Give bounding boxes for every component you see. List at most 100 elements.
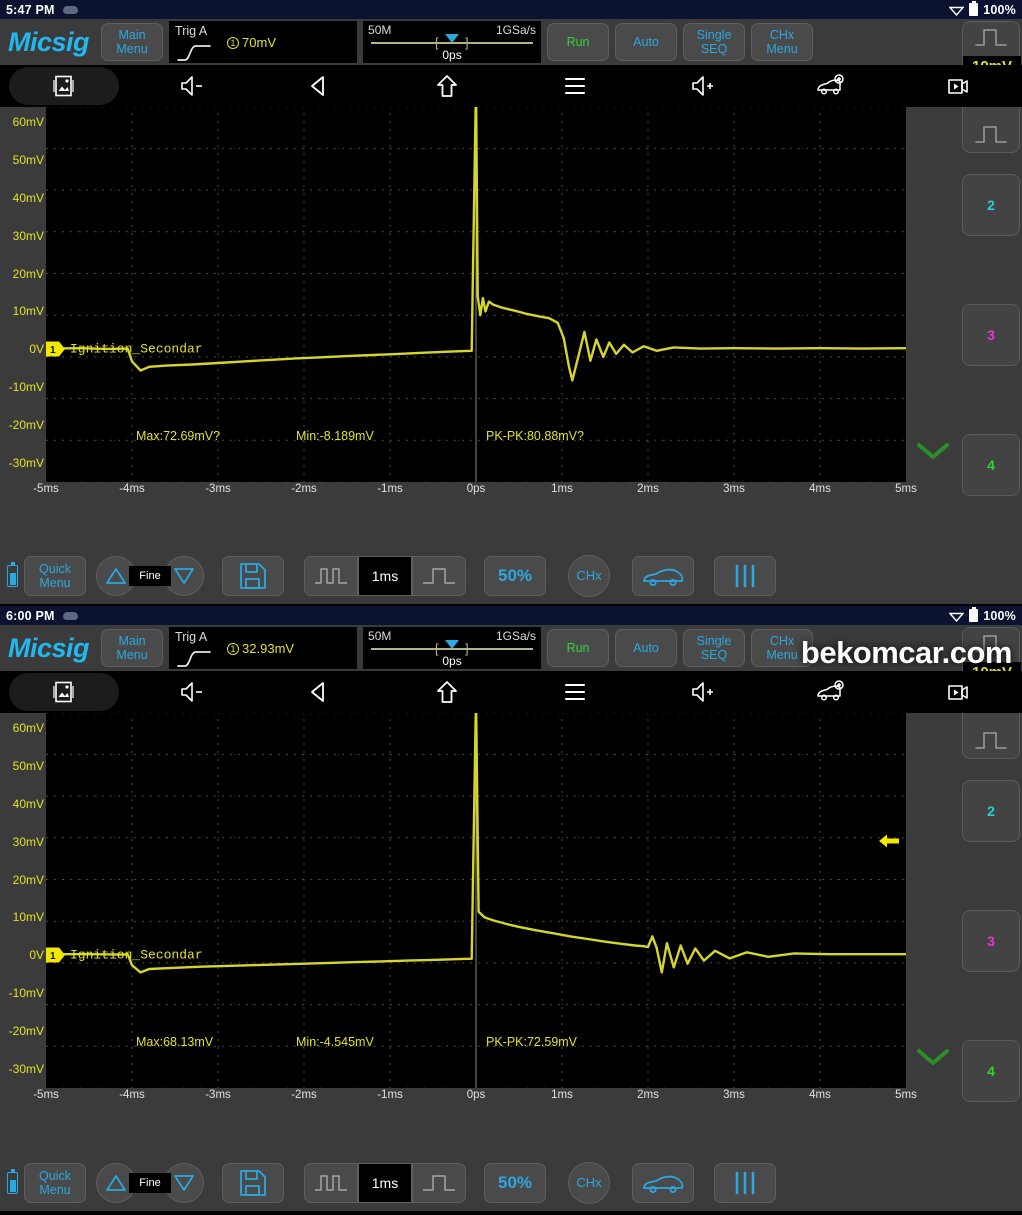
scroll-down-button[interactable]: [911, 1036, 955, 1076]
car-add-icon[interactable]: [816, 74, 845, 98]
car-icon[interactable]: [642, 1171, 684, 1195]
nav-back-button[interactable]: [290, 673, 348, 711]
channel-4-button[interactable]: 4: [962, 434, 1020, 496]
trigger-status-box[interactable]: Trig A 1 70mV: [169, 21, 358, 63]
screenshot-icon[interactable]: [52, 680, 76, 704]
chx-select-button[interactable]: CHx: [568, 1162, 610, 1204]
waveform-plot-area[interactable]: 70mV60mV50mV40mV30mV20mV10mV0V-10mV-20mV…: [0, 65, 960, 482]
horizontal-position-marker-icon[interactable]: [445, 34, 460, 43]
nav-home-button[interactable]: [418, 673, 476, 711]
channel-2-button[interactable]: 2: [962, 174, 1020, 236]
trigger-level-marker[interactable]: [878, 833, 899, 851]
menu-icon[interactable]: [563, 74, 587, 98]
nav-menu-button[interactable]: [546, 67, 604, 105]
timebase-zoom-in-button[interactable]: [412, 556, 466, 596]
horizontal-position-marker-icon[interactable]: [445, 640, 460, 649]
triangle-down-icon[interactable]: [173, 1173, 195, 1193]
back-icon[interactable]: [307, 680, 331, 704]
scroll-down-button[interactable]: [911, 430, 955, 470]
nav-volume-up-button[interactable]: [674, 673, 732, 711]
three-bars-icon[interactable]: [731, 563, 759, 589]
channel-4-button[interactable]: 4: [962, 1040, 1020, 1102]
coupling-down-icon[interactable]: [974, 122, 1010, 148]
sq-single-icon[interactable]: [422, 1172, 456, 1194]
channel-3-button[interactable]: 3: [962, 304, 1020, 366]
nav-menu-button[interactable]: [546, 673, 604, 711]
chx-menu-button[interactable]: CHx Menu: [751, 23, 814, 61]
triangle-up-icon[interactable]: [105, 1173, 127, 1193]
graticule[interactable]: 1 Ignition_Secondar Max:68.13mV Min:-4.54…: [46, 671, 906, 1088]
save-disk-icon[interactable]: [238, 1168, 268, 1198]
chx-select-button[interactable]: CHx: [568, 555, 610, 597]
coupling-up-icon[interactable]: [974, 25, 1010, 51]
car-icon[interactable]: [642, 564, 684, 588]
volume-down-icon[interactable]: [179, 74, 205, 98]
screenshot-icon[interactable]: [52, 74, 76, 98]
volume-up-icon[interactable]: [690, 680, 716, 704]
trigger-50-percent-button[interactable]: 50%: [484, 556, 546, 596]
quick-menu-button[interactable]: Quick Menu: [24, 556, 86, 596]
save-button[interactable]: [222, 1163, 284, 1203]
three-bars-icon[interactable]: [731, 1170, 759, 1196]
run-stop-button[interactable]: Run: [547, 23, 610, 61]
nav-volume-down-button[interactable]: [163, 67, 221, 105]
nav-screenshot-button[interactable]: [8, 673, 119, 711]
auto-button[interactable]: Auto: [615, 629, 678, 667]
volume-down-icon[interactable]: [179, 680, 205, 704]
quick-menu-button[interactable]: Quick Menu: [24, 1163, 86, 1203]
nav-volume-up-button[interactable]: [674, 67, 732, 105]
timebase-zoom-out-button[interactable]: [304, 556, 358, 596]
nav-video-button[interactable]: [929, 673, 987, 711]
waveform-plot-area[interactable]: 70mV60mV50mV40mV30mV20mV10mV0V-10mV-20mV…: [0, 671, 960, 1088]
channel-1-ground-marker[interactable]: 1: [46, 947, 66, 963]
channel-2-button[interactable]: 2: [962, 780, 1020, 842]
coupling-down-icon[interactable]: [974, 728, 1010, 754]
chevron-down-icon[interactable]: [911, 1036, 955, 1076]
menu-icon[interactable]: [563, 680, 587, 704]
timebase-zoom-in-button[interactable]: [412, 1163, 466, 1203]
fine-mode-indicator[interactable]: Fine: [129, 566, 171, 586]
save-disk-icon[interactable]: [238, 561, 268, 591]
cursors-button[interactable]: [714, 1163, 776, 1203]
nav-car-add-button[interactable]: [801, 673, 859, 711]
video-icon[interactable]: [946, 75, 970, 97]
car-add-icon[interactable]: [816, 680, 845, 704]
nav-car-add-button[interactable]: [801, 67, 859, 105]
chevron-down-icon[interactable]: [911, 430, 955, 470]
nav-home-button[interactable]: [418, 67, 476, 105]
triangle-up-icon[interactable]: [105, 566, 127, 586]
timebase-zoom-out-button[interactable]: [304, 1163, 358, 1203]
trigger-50-percent-button[interactable]: 50%: [484, 1163, 546, 1203]
volume-up-icon[interactable]: [690, 74, 716, 98]
nav-screenshot-button[interactable]: [8, 67, 119, 105]
nav-back-button[interactable]: [290, 67, 348, 105]
save-button[interactable]: [222, 556, 284, 596]
nav-video-button[interactable]: [929, 67, 987, 105]
home-icon[interactable]: [435, 74, 459, 98]
video-icon[interactable]: [946, 681, 970, 703]
main-menu-button[interactable]: Main Menu: [101, 23, 164, 61]
sq-rise-icon[interactable]: [314, 1172, 348, 1194]
main-menu-button[interactable]: Main Menu: [101, 629, 164, 667]
timebase-value[interactable]: 1ms: [358, 1163, 412, 1203]
timebase-value[interactable]: 1ms: [358, 556, 412, 596]
run-stop-button[interactable]: Run: [547, 629, 610, 667]
automotive-mode-button[interactable]: [632, 556, 694, 596]
cursors-button[interactable]: [714, 556, 776, 596]
acquisition-status-box[interactable]: 50M 1GSa/s [ ] 0ps: [363, 627, 542, 669]
home-icon[interactable]: [435, 680, 459, 704]
channel-3-button[interactable]: 3: [962, 910, 1020, 972]
automotive-mode-button[interactable]: [632, 1163, 694, 1203]
triangle-down-icon[interactable]: [173, 566, 195, 586]
sq-single-icon[interactable]: [422, 565, 456, 587]
single-seq-button[interactable]: Single SEQ: [683, 23, 746, 61]
fine-mode-indicator[interactable]: Fine: [129, 1173, 171, 1193]
acquisition-status-box[interactable]: 50M 1GSa/s [ ] 0ps: [363, 21, 542, 63]
channel-1-ground-marker[interactable]: 1: [46, 341, 66, 357]
single-seq-button[interactable]: Single SEQ: [683, 629, 746, 667]
nav-volume-down-button[interactable]: [163, 673, 221, 711]
back-icon[interactable]: [307, 74, 331, 98]
sq-rise-icon[interactable]: [314, 565, 348, 587]
trigger-status-box[interactable]: Trig A 1 32.93mV: [169, 627, 358, 669]
graticule[interactable]: 1 Ignition_Secondar Max:72.69mV? Min:-8.1…: [46, 65, 906, 482]
